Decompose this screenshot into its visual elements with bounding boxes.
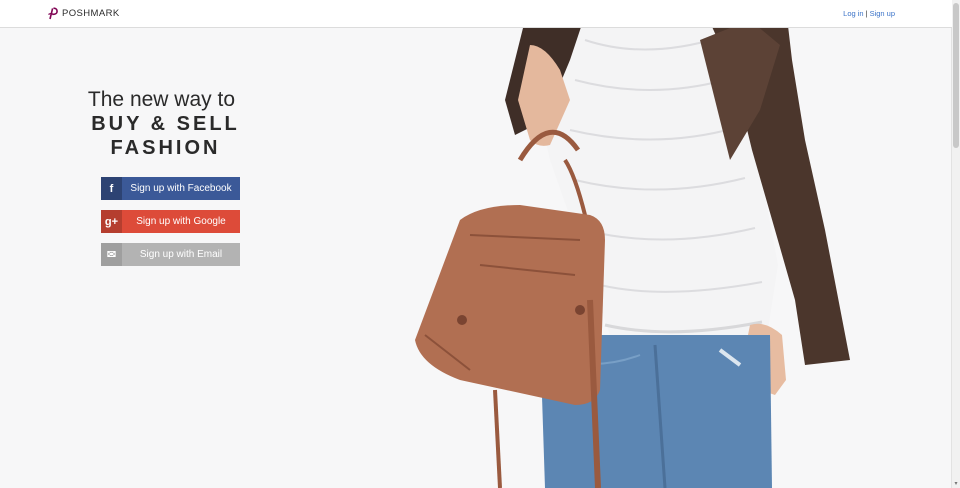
signup-google-button[interactable]: g+ Sign up with Google (101, 210, 240, 233)
top-header: POSHMARK Log in | Sign up (0, 0, 952, 28)
signup-email-label: Sign up with Email (139, 249, 223, 260)
signup-facebook-button[interactable]: f Sign up with Facebook (101, 177, 240, 200)
poshmark-logo-icon (48, 7, 58, 20)
auth-separator: | (865, 9, 868, 18)
envelope-icon: ✉ (101, 243, 122, 266)
hero-line-3: FASHION (110, 137, 221, 159)
hero-tagline: The new way to BUY & SELL FASHION (78, 87, 253, 160)
facebook-icon: f (101, 177, 122, 200)
auth-links: Log in | Sign up (843, 9, 895, 18)
hero-line-1: The new way to (87, 88, 235, 111)
signup-facebook-label: Sign up with Facebook (130, 183, 232, 194)
login-link[interactable]: Log in (843, 9, 863, 18)
signup-link[interactable]: Sign up (870, 9, 895, 18)
hero-photo (415, 0, 850, 488)
google-plus-icon: g+ (101, 210, 122, 233)
scrollbar-thumb[interactable] (953, 3, 959, 148)
poshmark-logo[interactable]: POSHMARK (47, 7, 120, 20)
hero-line-2: BUY & SELL (91, 113, 240, 135)
page-scrollbar[interactable]: ▾ (951, 0, 960, 488)
logo-text: POSHMARK (62, 8, 120, 19)
signup-email-button[interactable]: ✉ Sign up with Email (101, 243, 240, 266)
scroll-down-arrow-icon[interactable]: ▾ (953, 481, 959, 487)
signup-google-label: Sign up with Google (136, 216, 226, 227)
